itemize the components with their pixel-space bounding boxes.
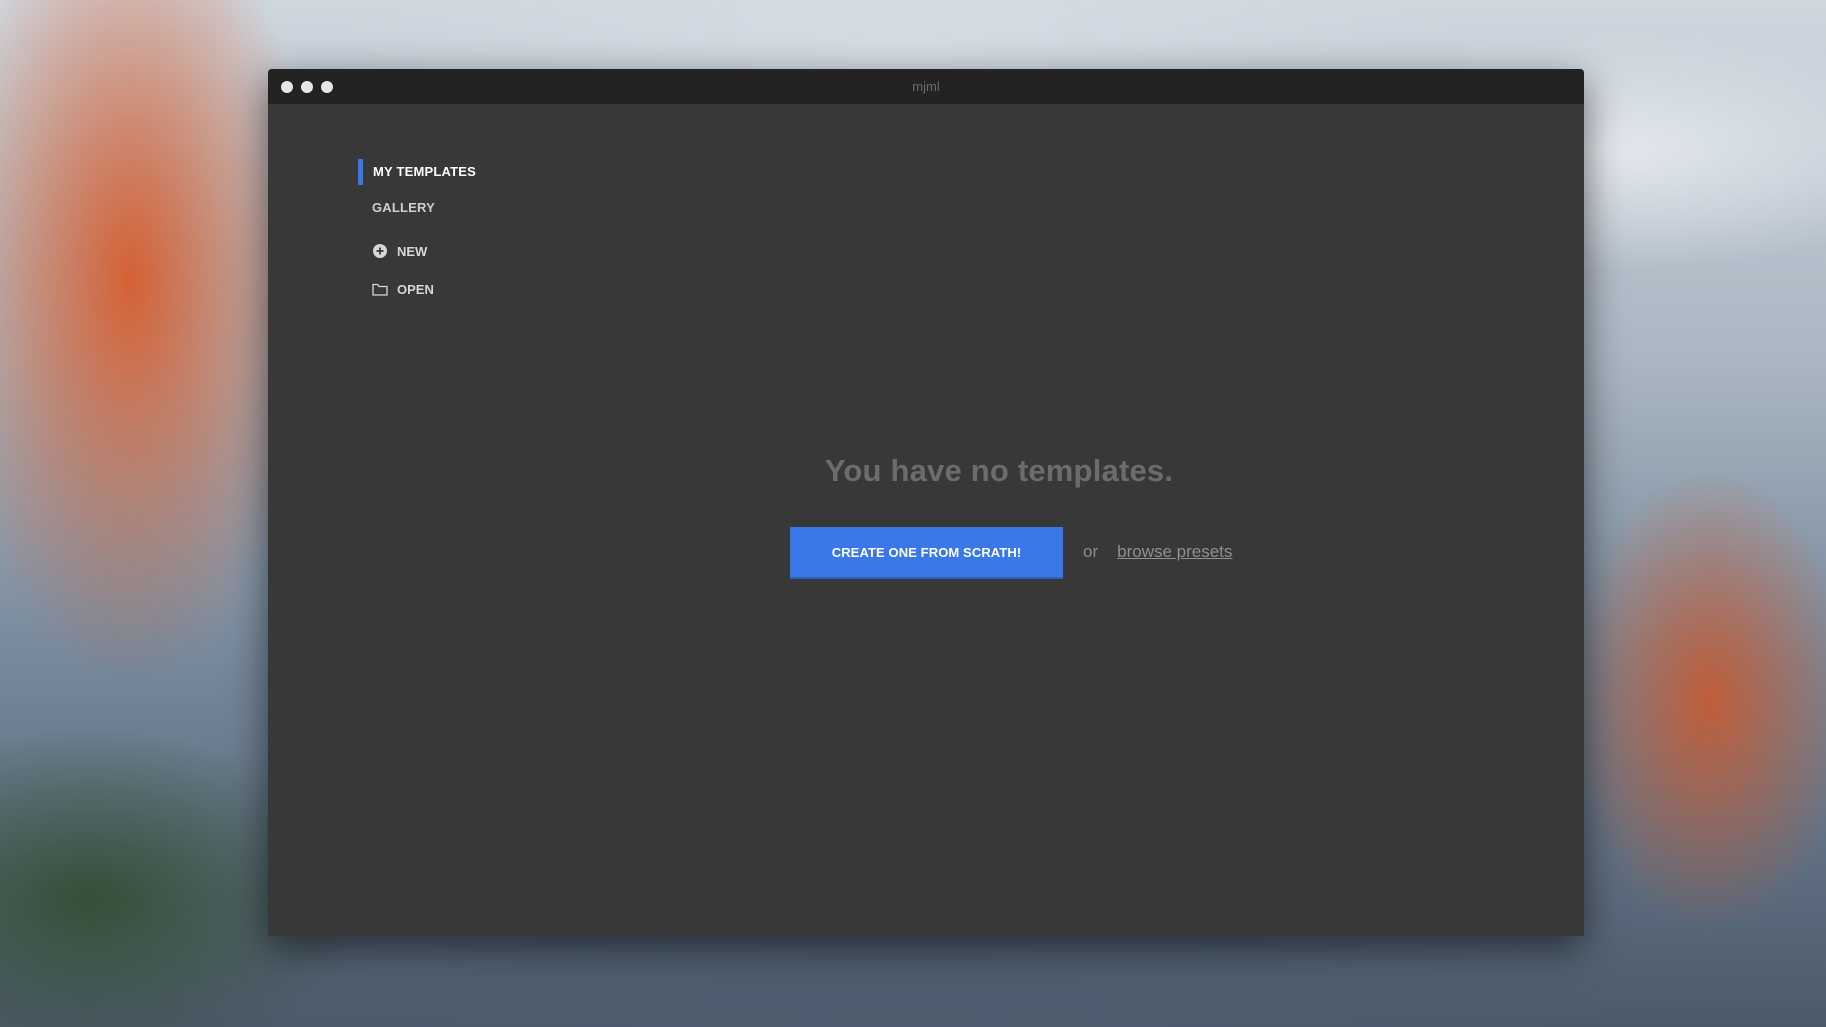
empty-state: You have no templates. [268, 453, 1584, 489]
create-from-scratch-button[interactable]: CREATE ONE FROM SCRATH! [790, 527, 1063, 577]
title-bar[interactable]: mjml [268, 69, 1584, 104]
empty-state-title: You have no templates. [824, 453, 1174, 488]
browse-presets-link[interactable]: browse presets [1117, 542, 1232, 562]
empty-state-actions: CREATE ONE FROM SCRATH! or browse preset… [790, 527, 1232, 577]
new-template-button[interactable]: NEW [363, 243, 476, 259]
folder-icon [372, 281, 388, 297]
window-title: mjml [912, 79, 940, 94]
or-text: or [1083, 542, 1099, 561]
sidebar-item-my-templates[interactable]: MY TEMPLATES [358, 159, 476, 185]
app-window: mjml MY TEMPLATES GALLERY NEW OPEN You h… [268, 69, 1584, 936]
sidebar: MY TEMPLATES GALLERY NEW OPEN [358, 159, 476, 297]
plus-circle-icon [372, 243, 388, 259]
new-label: NEW [397, 243, 428, 259]
open-template-button[interactable]: OPEN [363, 281, 476, 297]
open-label: OPEN [397, 281, 434, 297]
sidebar-item-gallery[interactable]: GALLERY [363, 195, 476, 221]
